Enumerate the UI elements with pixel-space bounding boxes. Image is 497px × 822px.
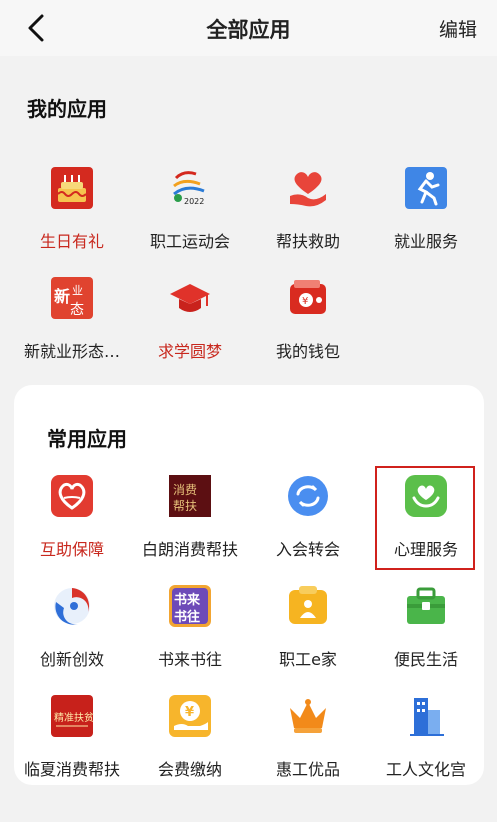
app-label: 互助保障 — [39, 540, 104, 559]
app-label: 新就业形态… — [23, 342, 120, 361]
app-label: 工人文化宫 — [385, 760, 466, 779]
app-label: 临夏消费帮扶 — [23, 760, 120, 779]
worker-home-icon — [286, 584, 330, 628]
app-education-dream[interactable]: 求学圆梦 — [130, 270, 250, 370]
svg-text:新: 新 — [54, 287, 70, 306]
app-dues-payment[interactable]: ¥ 会费缴纳 — [130, 688, 250, 788]
common-apps-title: 常用应用 — [47, 427, 127, 451]
transfer-arrows-icon — [286, 474, 330, 518]
app-label: 惠工优品 — [275, 760, 340, 779]
app-label: 我的钱包 — [275, 342, 340, 361]
svg-text:帮扶: 帮扶 — [173, 498, 197, 513]
running-person-icon — [404, 166, 448, 210]
app-worker-goods[interactable]: 惠工优品 — [248, 688, 368, 788]
buildings-icon — [404, 694, 448, 738]
app-employment[interactable]: 就业服务 — [366, 160, 486, 260]
app-workers-cultural-palace[interactable]: 工人文化宫 — [366, 688, 486, 788]
app-label: 求学圆梦 — [157, 342, 222, 361]
my-apps-title: 我的应用 — [27, 97, 107, 121]
app-book-exchange[interactable]: 书来 书往 书来书往 — [130, 578, 250, 678]
svg-text:消费: 消费 — [173, 483, 197, 497]
svg-text:态: 态 — [70, 302, 84, 318]
app-label: 生日有礼 — [39, 232, 104, 251]
birthday-cake-icon — [50, 166, 94, 210]
app-label: 白朗消费帮扶 — [141, 540, 238, 559]
app-linxia-support[interactable]: 精准扶贫 临夏消费帮扶 — [12, 688, 132, 788]
app-label: 书来书往 — [157, 650, 222, 669]
new-employment-form-icon: 新业态 — [50, 276, 94, 320]
app-membership-transfer[interactable]: 入会转会 — [248, 468, 368, 568]
svg-text:2022: 2022 — [184, 197, 204, 206]
bailang-consumer-support-icon: 消费 帮扶 — [168, 474, 212, 518]
innovation-swirl-icon — [50, 584, 94, 628]
svg-text:业: 业 — [72, 284, 83, 297]
linxia-consumer-support-icon: 精准扶贫 — [50, 694, 94, 738]
app-mutual-aid[interactable]: 互助保障 — [12, 468, 132, 568]
svg-text:¥: ¥ — [185, 705, 194, 720]
page-title: 全部应用 — [206, 18, 291, 42]
mutual-aid-heart-icon — [50, 474, 94, 518]
app-label: 职工运动会 — [149, 232, 230, 251]
svg-text:精准扶贫: 精准扶贫 — [54, 711, 94, 724]
crown-icon — [286, 694, 330, 738]
wallet-icon: ¥ — [286, 276, 330, 320]
selected-app-highlight — [375, 466, 475, 570]
app-label: 创新创效 — [39, 650, 104, 669]
dues-payment-icon: ¥ — [168, 694, 212, 738]
app-innovation[interactable]: 创新创效 — [12, 578, 132, 678]
app-label: 帮扶救助 — [275, 232, 340, 251]
svg-text:书往: 书往 — [174, 609, 200, 625]
app-birthday-gift[interactable]: 生日有礼 — [12, 160, 132, 260]
app-assistance[interactable]: 帮扶救助 — [248, 160, 368, 260]
book-exchange-icon: 书来 书往 — [168, 584, 212, 628]
app-label: 便民生活 — [393, 650, 458, 669]
app-wallet[interactable]: ¥ 我的钱包 — [248, 270, 368, 370]
svg-text:书来: 书来 — [174, 592, 201, 608]
toolbox-icon — [404, 584, 448, 628]
svg-text:¥: ¥ — [302, 296, 308, 307]
top-bar: 全部应用 编辑 — [0, 0, 497, 56]
graduation-cap-icon — [168, 276, 212, 320]
heart-hand-icon — [286, 166, 330, 210]
app-label: 入会转会 — [275, 540, 340, 559]
app-sports-games[interactable]: 2022 职工运动会 — [130, 160, 250, 260]
app-label: 就业服务 — [393, 232, 458, 251]
app-label: 职工e家 — [279, 650, 337, 669]
app-convenience-life[interactable]: 便民生活 — [366, 578, 486, 678]
app-bailang-support[interactable]: 消费 帮扶 白朗消费帮扶 — [130, 468, 250, 568]
app-worker-home[interactable]: 职工e家 — [248, 578, 368, 678]
edit-button[interactable]: 编辑 — [439, 15, 477, 42]
app-new-employment[interactable]: 新业态 新就业形态… — [12, 270, 132, 370]
app-label: 会费缴纳 — [157, 760, 222, 779]
games-2022-logo-icon: 2022 — [168, 166, 212, 210]
